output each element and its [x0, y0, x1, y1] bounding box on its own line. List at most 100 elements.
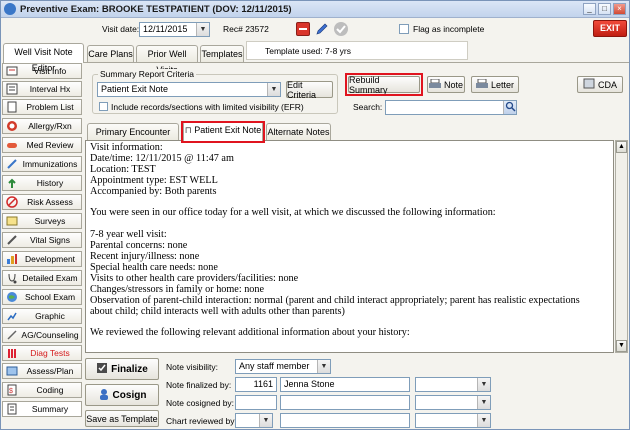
window-controls: _ □ × [583, 3, 626, 15]
sidebar-item-label: Graphic [35, 311, 65, 321]
chevron-down-icon[interactable]: ▼ [267, 83, 280, 96]
sidebar-item-label: Interval Hx [29, 84, 71, 94]
cosign-button[interactable]: Cosign [85, 384, 159, 406]
close-icon[interactable]: × [613, 3, 626, 15]
exit-button[interactable]: EXIT [593, 20, 627, 37]
note-line: about child; child interacts well with a… [90, 305, 345, 317]
sidebar-item-label: Risk Assess [27, 197, 73, 207]
limited-visibility-checkbox[interactable] [99, 102, 108, 111]
sidebar-item-label: Development [24, 254, 76, 264]
sidebar-item-label: Problem List [26, 102, 74, 112]
subtab-alternate-notes[interactable]: Alternate Notes [266, 123, 331, 141]
detailed-exam-icon [5, 271, 19, 285]
minimize-icon[interactable]: _ [583, 3, 596, 15]
sidebar-item-assess-plan[interactable]: Assess/Plan [2, 363, 82, 379]
template-used-label: Template used: 7-8 yrs [265, 46, 351, 56]
tab-well-visit-note-editor[interactable]: Well Visit Note Editor [3, 43, 84, 73]
chevron-down-icon[interactable]: ▼ [477, 378, 490, 391]
search-label: Search: [353, 102, 383, 112]
sidebar-item-med-review[interactable]: Med Review [2, 137, 82, 153]
sidebar-item-history[interactable]: History [2, 175, 82, 191]
tab-care-plans[interactable]: Care Plans [87, 45, 134, 63]
note-text-area[interactable]: Visit information: Date/time: 12/11/2015… [85, 140, 614, 353]
coding-icon: $ [5, 383, 19, 397]
finalized-by-extra-select[interactable]: ▼ [415, 377, 491, 392]
scroll-up-icon[interactable]: ▲ [616, 141, 627, 153]
save-as-template-button[interactable]: Save as Template [85, 410, 159, 427]
finalized-by-id-field[interactable]: 1161 [235, 377, 277, 392]
sidebar-item-diag-tests[interactable]: Diag Tests [2, 345, 82, 361]
letter-print-button[interactable]: Letter [471, 76, 519, 93]
sidebar-item-surveys[interactable]: Surveys [2, 213, 82, 229]
chevron-down-icon[interactable]: ▼ [259, 414, 272, 427]
note-line: Observation of parent-child interaction:… [90, 294, 580, 306]
printer-icon [475, 78, 488, 91]
chart-reviewed-by-extra-select[interactable]: ▼ [415, 413, 491, 428]
sidebar-item-graphic[interactable]: Graphic [2, 308, 82, 324]
search-input[interactable] [385, 100, 517, 115]
finalize-label: Finalize [111, 363, 148, 375]
note-finalized-by-label: Note finalized by: [166, 380, 232, 390]
sidebar-item-label: Immunizations [22, 159, 78, 169]
criteria-selected-value: Patient Exit Note [101, 84, 169, 94]
sidebar-item-problem-list[interactable]: Problem List [2, 99, 82, 115]
sidebar-item-label: Surveys [34, 216, 66, 226]
scroll-down-icon[interactable]: ▼ [616, 340, 627, 352]
sidebar-item-detailed-exam[interactable]: Detailed Exam [2, 270, 82, 286]
sidebar-item-counseling[interactable]: AG/Counseling [2, 327, 82, 343]
chart-reviewed-by-select[interactable]: ▼ [235, 413, 273, 428]
development-icon [5, 252, 19, 266]
sidebar-item-label: School Exam [24, 292, 76, 302]
sidebar-item-label: Vital Signs [29, 235, 70, 245]
sidebar-item-school-exam[interactable]: School Exam [2, 289, 82, 305]
sidebar-item-immunizations[interactable]: Immunizations [2, 156, 82, 172]
tab-divider [84, 62, 629, 63]
subtab-primary-encounter-note[interactable]: Primary Encounter Note [87, 123, 179, 153]
edit-criteria-button[interactable]: Edit Criteria [286, 80, 333, 100]
sidebar-item-summary[interactable]: Summary [2, 401, 82, 417]
sidebar-item-label: Summary [31, 404, 69, 414]
assess-plan-icon [5, 364, 19, 378]
edit-pencil-icon[interactable] [315, 22, 329, 36]
chevron-down-icon[interactable]: ▼ [196, 23, 209, 36]
letter-print-label: Letter [490, 79, 514, 90]
history-icon [5, 176, 19, 190]
school-exam-icon [5, 290, 19, 304]
preventive-exam-window: Preventive Exam: BROOKE TESTPATIENT (DOV… [0, 0, 630, 430]
sidebar-item-coding[interactable]: $ Coding [2, 382, 82, 398]
sidebar-item-label: Med Review [26, 140, 74, 150]
cosigned-by-name-field[interactable] [280, 395, 410, 410]
chevron-down-icon[interactable]: ▼ [477, 396, 490, 409]
chevron-down-icon[interactable]: ▼ [477, 414, 490, 427]
summary-icon [5, 402, 19, 416]
cosigned-by-id-field[interactable] [235, 395, 277, 410]
flag-incomplete-checkbox[interactable] [399, 24, 409, 34]
sidebar-item-development[interactable]: Development [2, 251, 82, 267]
maximize-icon[interactable]: □ [598, 3, 611, 15]
note-scrollbar[interactable]: ▲ ▼ [615, 140, 628, 353]
chart-reviewed-by-name-field[interactable] [280, 413, 410, 428]
chevron-down-icon[interactable]: ▼ [317, 360, 330, 373]
search-icon[interactable] [503, 101, 516, 114]
note-visibility-select[interactable]: Any staff member ▼ [235, 359, 331, 374]
visit-date-field[interactable]: 12/11/2015 ▼ [139, 22, 210, 37]
criteria-select[interactable]: Patient Exit Note ▼ [97, 82, 281, 97]
sidebar-item-allergy[interactable]: Allergy/Rxn [2, 118, 82, 134]
sidebar-item-vital-signs[interactable]: Vital Signs [2, 232, 82, 248]
delete-icon[interactable] [296, 22, 310, 36]
limited-visibility-label: Include records/sections with limited vi… [111, 102, 304, 112]
sidebar-item-risk-assess[interactable]: Risk Assess [2, 194, 82, 210]
cosigned-by-extra-select[interactable]: ▼ [415, 395, 491, 410]
risk-assess-icon [5, 195, 19, 209]
finalize-button[interactable]: Finalize [85, 358, 159, 380]
finalized-by-name-field[interactable]: Jenna Stone [280, 377, 410, 392]
problem-list-icon [5, 100, 19, 114]
note-print-button[interactable]: Note [427, 76, 465, 93]
title-bar: Preventive Exam: BROOKE TESTPATIENT (DOV… [1, 1, 629, 18]
tab-templates[interactable]: Templates [200, 45, 244, 63]
sidebar-item-interval-hx[interactable]: Interval Hx [2, 81, 82, 97]
approve-check-icon[interactable] [334, 22, 348, 36]
cda-button[interactable]: CDA [577, 76, 623, 93]
tab-prior-well-visits[interactable]: Prior Well Visits [136, 45, 198, 75]
app-logo-icon [4, 3, 16, 15]
